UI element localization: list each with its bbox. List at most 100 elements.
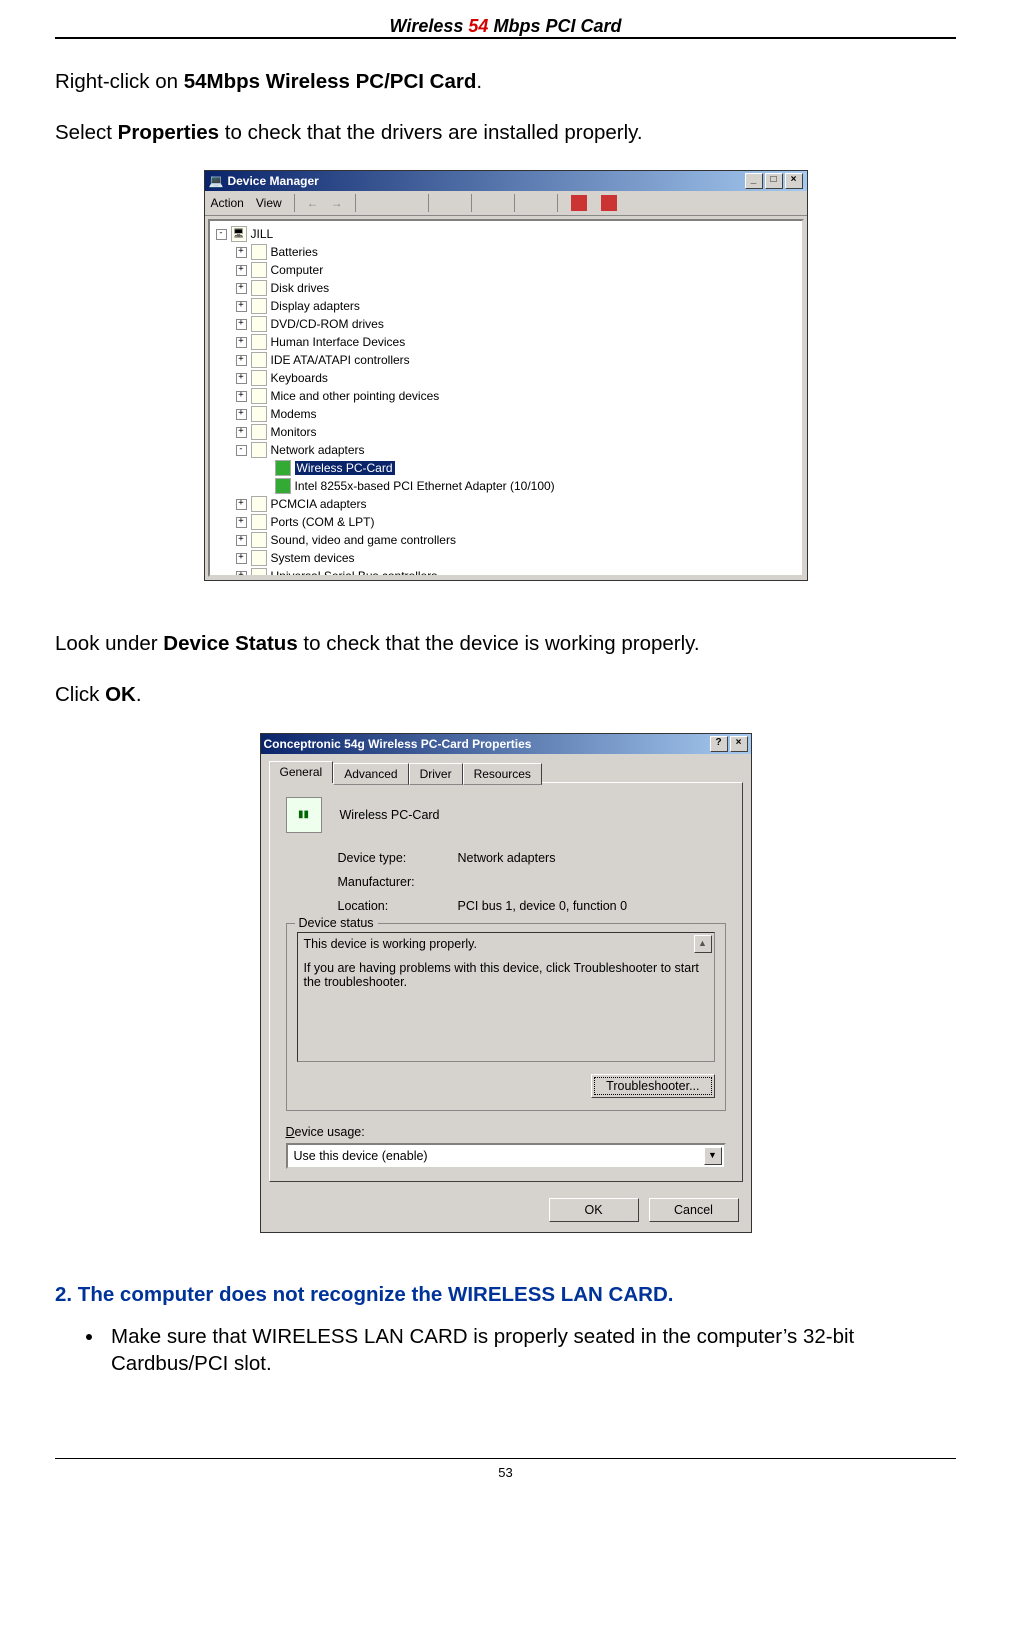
maximize-button[interactable]: □ bbox=[765, 173, 783, 189]
toolbar-icon[interactable] bbox=[484, 194, 502, 212]
tab-panel: ▮▮ Wireless PC-Card Device type:Network … bbox=[269, 782, 743, 1182]
toolbar-icon[interactable] bbox=[570, 194, 588, 212]
combo-value: Use this device (enable) bbox=[294, 1149, 428, 1163]
window-title: Conceptronic 54g Wireless PC-Card Proper… bbox=[264, 737, 532, 751]
expand-icon[interactable]: + bbox=[236, 391, 247, 402]
txt-bold: OK bbox=[105, 683, 136, 706]
collapse-icon[interactable]: - bbox=[216, 229, 227, 240]
device-manager-window: 💻 Device Manager _ □ × Action View ← → bbox=[204, 170, 808, 581]
tab-general[interactable]: General bbox=[269, 761, 334, 783]
device-usage-select[interactable]: Use this device (enable) ▼ bbox=[286, 1143, 726, 1169]
separator bbox=[428, 194, 429, 212]
computer-icon: 🖥 bbox=[231, 226, 247, 242]
expand-icon[interactable]: + bbox=[236, 301, 247, 312]
expand-icon[interactable]: + bbox=[236, 247, 247, 258]
bullet-list: Make sure that WIRELESS LAN CARD is prop… bbox=[105, 1323, 956, 1378]
collapse-icon[interactable]: - bbox=[236, 445, 247, 456]
tree-item[interactable]: + Keyboards bbox=[216, 369, 802, 387]
item-label: Network adapters bbox=[271, 443, 365, 457]
tree-item-selected[interactable]: Wireless PC-Card bbox=[216, 459, 802, 477]
txt: to check that the drivers are installed … bbox=[219, 121, 643, 144]
close-button[interactable]: × bbox=[785, 173, 803, 189]
instruction-4: Click OK. bbox=[55, 682, 956, 709]
window-icon: 💻 bbox=[209, 174, 224, 188]
tree-item[interactable]: +Mice and other pointing devices bbox=[216, 387, 802, 405]
item-label: Keyboards bbox=[271, 371, 328, 385]
device-icon bbox=[251, 424, 267, 440]
toolbar-icon[interactable] bbox=[600, 194, 618, 212]
expand-icon[interactable]: + bbox=[236, 265, 247, 276]
toolbar-icon[interactable] bbox=[368, 194, 386, 212]
expand-icon[interactable]: + bbox=[236, 409, 247, 420]
expand-icon[interactable]: + bbox=[236, 355, 247, 366]
ok-button[interactable]: OK bbox=[549, 1198, 639, 1222]
expand-icon[interactable]: + bbox=[236, 427, 247, 438]
txt-bold: Device Status bbox=[163, 632, 297, 655]
window-title: Device Manager bbox=[227, 174, 318, 188]
tree-item[interactable]: +Computer bbox=[216, 261, 802, 279]
separator bbox=[294, 194, 295, 212]
tree-item[interactable]: + System devices bbox=[216, 549, 802, 567]
tabs: General Advanced Driver Resources bbox=[261, 754, 751, 782]
tree-item-network[interactable]: - Network adapters bbox=[216, 441, 802, 459]
close-button[interactable]: × bbox=[730, 736, 748, 752]
back-icon[interactable]: ← bbox=[307, 196, 319, 210]
txt: Right-click on bbox=[55, 70, 184, 93]
scroll-up-icon[interactable]: ▲ bbox=[694, 935, 712, 953]
properties-window: Conceptronic 54g Wireless PC-Card Proper… bbox=[260, 733, 752, 1233]
toolbar-icon[interactable] bbox=[398, 194, 416, 212]
adapter-icon bbox=[275, 460, 291, 476]
help-button[interactable]: ? bbox=[710, 736, 728, 752]
expand-icon[interactable]: + bbox=[236, 517, 247, 528]
device-icon bbox=[251, 298, 267, 314]
item-label: System devices bbox=[271, 551, 355, 565]
item-label: Modems bbox=[271, 407, 317, 421]
toolbar-icon[interactable] bbox=[441, 194, 459, 212]
tree-item[interactable]: +Sound, video and game controllers bbox=[216, 531, 802, 549]
tree-item[interactable]: + Batteries bbox=[216, 243, 802, 261]
menu-bar: Action View ← → bbox=[205, 191, 807, 216]
menu-action[interactable]: Action bbox=[211, 196, 244, 210]
toolbar-icon[interactable] bbox=[527, 194, 545, 212]
minimize-button[interactable]: _ bbox=[745, 173, 763, 189]
tab-advanced[interactable]: Advanced bbox=[333, 763, 408, 785]
device-usage-label: Device usage: bbox=[286, 1125, 726, 1139]
device-icon bbox=[251, 280, 267, 296]
cancel-button[interactable]: Cancel bbox=[649, 1198, 739, 1222]
item-label: Disk drives bbox=[271, 281, 330, 295]
item-label: Universal Serial Bus controllers bbox=[271, 569, 438, 577]
expand-icon[interactable]: + bbox=[236, 535, 247, 546]
device-tree[interactable]: - 🖥 JILL + Batteries +Computer + Disk driv… bbox=[208, 219, 804, 577]
tree-item[interactable]: + Modems bbox=[216, 405, 802, 423]
tab-driver[interactable]: Driver bbox=[409, 763, 463, 785]
expand-icon[interactable]: + bbox=[236, 571, 247, 578]
expand-icon[interactable]: + bbox=[236, 337, 247, 348]
tree-item[interactable]: + Ports (COM & LPT) bbox=[216, 513, 802, 531]
tree-item[interactable]: + Universal Serial Bus controllers bbox=[216, 567, 802, 577]
device-icon bbox=[251, 550, 267, 566]
device-icon bbox=[251, 262, 267, 278]
tree-item[interactable]: +IDE ATA/ATAPI controllers bbox=[216, 351, 802, 369]
txt: Select bbox=[55, 121, 118, 144]
expand-icon[interactable]: + bbox=[236, 499, 247, 510]
tree-item[interactable]: +Display adapters bbox=[216, 297, 802, 315]
tree-root[interactable]: - 🖥 JILL bbox=[216, 225, 802, 243]
item-label: Ports (COM & LPT) bbox=[271, 515, 375, 529]
item-label: Batteries bbox=[271, 245, 318, 259]
expand-icon[interactable]: + bbox=[236, 319, 247, 330]
tree-item[interactable]: +Human Interface Devices bbox=[216, 333, 802, 351]
menu-view[interactable]: View bbox=[256, 196, 282, 210]
expand-icon[interactable]: + bbox=[236, 553, 247, 564]
tab-resources[interactable]: Resources bbox=[463, 763, 542, 785]
tree-item[interactable]: Intel 8255x-based PCI Ethernet Adapter (… bbox=[216, 477, 802, 495]
chevron-down-icon[interactable]: ▼ bbox=[704, 1147, 722, 1165]
expand-icon[interactable]: + bbox=[236, 283, 247, 294]
forward-icon[interactable]: → bbox=[331, 196, 343, 210]
tree-item[interactable]: + Disk drives bbox=[216, 279, 802, 297]
tree-item[interactable]: +DVD/CD-ROM drives bbox=[216, 315, 802, 333]
expand-icon[interactable]: + bbox=[236, 373, 247, 384]
device-icon bbox=[251, 334, 267, 350]
tree-item[interactable]: +Monitors bbox=[216, 423, 802, 441]
tree-item[interactable]: +PCMCIA adapters bbox=[216, 495, 802, 513]
troubleshooter-button[interactable]: Troubleshooter... bbox=[591, 1074, 714, 1098]
